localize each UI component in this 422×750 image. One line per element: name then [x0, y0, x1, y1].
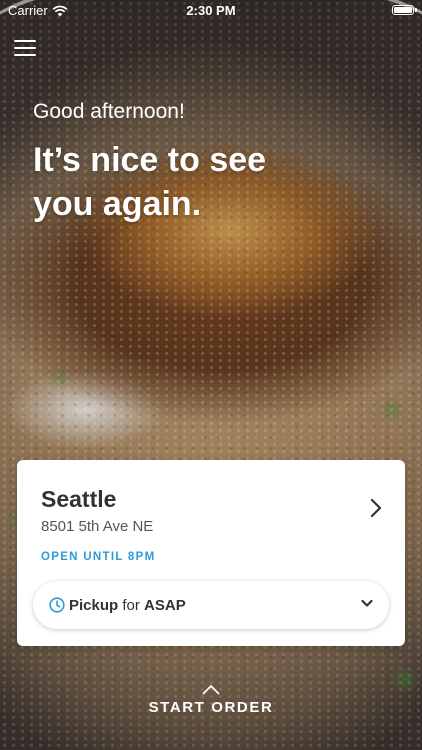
hamburger-icon[interactable] — [14, 40, 36, 58]
battery-level-fill — [394, 7, 412, 13]
home-screen: Carrier 2:30 PM Good afternoon! It’s nic… — [0, 0, 422, 750]
clock-time: 2:30 PM — [186, 3, 236, 18]
chevron-up-icon — [202, 685, 220, 695]
clock-icon — [49, 597, 65, 613]
pickup-connector: for — [122, 596, 140, 614]
plate-rim-decoration — [0, 0, 422, 150]
welcome-headline: It’s nice to see you again. — [33, 141, 267, 223]
status-bar: Carrier 2:30 PM — [0, 0, 422, 22]
start-order-button[interactable]: START ORDER — [0, 684, 422, 716]
store-address: 8501 5th Ave NE — [41, 518, 154, 535]
start-order-label: START ORDER — [148, 699, 274, 716]
pickup-summary: Pickup for ASAP — [69, 597, 186, 614]
pickup-time: ASAP — [144, 596, 186, 614]
battery-icon — [392, 5, 417, 15]
greeting-text: Good afternoon! — [33, 100, 185, 123]
store-location-card[interactable]: Seattle 8501 5th Ave NE OPEN UNTIL 8PM P… — [17, 460, 405, 646]
store-hours-status: OPEN UNTIL 8PM — [41, 551, 156, 563]
pickup-time-selector[interactable]: Pickup for ASAP — [33, 581, 389, 629]
pickup-mode: Pickup — [69, 596, 119, 614]
chevron-right-icon[interactable] — [369, 498, 383, 518]
store-name: Seattle — [41, 486, 117, 512]
chevron-down-icon[interactable] — [361, 599, 373, 608]
